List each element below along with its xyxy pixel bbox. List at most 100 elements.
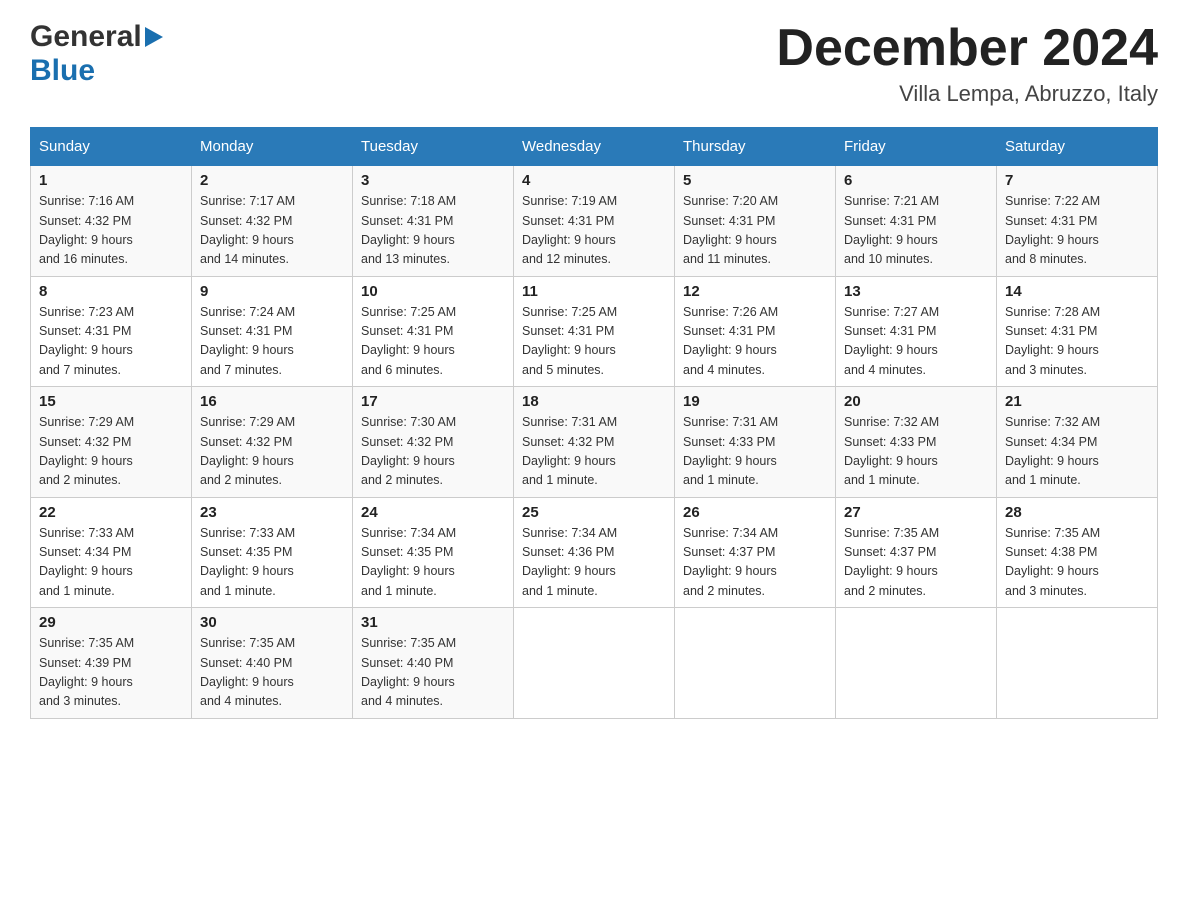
calendar-cell: 28 Sunrise: 7:35 AM Sunset: 4:38 PM Dayl… — [997, 497, 1158, 608]
calendar-cell — [997, 608, 1158, 719]
calendar-cell: 14 Sunrise: 7:28 AM Sunset: 4:31 PM Dayl… — [997, 276, 1158, 387]
calendar-cell: 22 Sunrise: 7:33 AM Sunset: 4:34 PM Dayl… — [31, 497, 192, 608]
calendar-cell: 19 Sunrise: 7:31 AM Sunset: 4:33 PM Dayl… — [675, 387, 836, 498]
day-info: Sunrise: 7:31 AM Sunset: 4:32 PM Dayligh… — [522, 413, 666, 491]
day-number: 25 — [522, 504, 666, 521]
day-number: 29 — [39, 614, 183, 631]
calendar-cell: 21 Sunrise: 7:32 AM Sunset: 4:34 PM Dayl… — [997, 387, 1158, 498]
day-number: 22 — [39, 504, 183, 521]
calendar-cell: 4 Sunrise: 7:19 AM Sunset: 4:31 PM Dayli… — [514, 166, 675, 277]
calendar-cell: 13 Sunrise: 7:27 AM Sunset: 4:31 PM Dayl… — [836, 276, 997, 387]
day-info: Sunrise: 7:17 AM Sunset: 4:32 PM Dayligh… — [200, 192, 344, 270]
day-number: 20 — [844, 393, 988, 410]
calendar-cell: 29 Sunrise: 7:35 AM Sunset: 4:39 PM Dayl… — [31, 608, 192, 719]
day-info: Sunrise: 7:32 AM Sunset: 4:34 PM Dayligh… — [1005, 413, 1149, 491]
day-number: 8 — [39, 283, 183, 300]
day-info: Sunrise: 7:20 AM Sunset: 4:31 PM Dayligh… — [683, 192, 827, 270]
day-info: Sunrise: 7:23 AM Sunset: 4:31 PM Dayligh… — [39, 303, 183, 381]
calendar-cell: 15 Sunrise: 7:29 AM Sunset: 4:32 PM Dayl… — [31, 387, 192, 498]
day-number: 10 — [361, 283, 505, 300]
day-number: 9 — [200, 283, 344, 300]
day-info: Sunrise: 7:21 AM Sunset: 4:31 PM Dayligh… — [844, 192, 988, 270]
calendar-cell: 7 Sunrise: 7:22 AM Sunset: 4:31 PM Dayli… — [997, 166, 1158, 277]
day-number: 23 — [200, 504, 344, 521]
calendar-cell: 24 Sunrise: 7:34 AM Sunset: 4:35 PM Dayl… — [353, 497, 514, 608]
calendar-cell: 25 Sunrise: 7:34 AM Sunset: 4:36 PM Dayl… — [514, 497, 675, 608]
day-number: 24 — [361, 504, 505, 521]
calendar-week-row: 29 Sunrise: 7:35 AM Sunset: 4:39 PM Dayl… — [31, 608, 1158, 719]
calendar-week-row: 1 Sunrise: 7:16 AM Sunset: 4:32 PM Dayli… — [31, 166, 1158, 277]
calendar-cell: 9 Sunrise: 7:24 AM Sunset: 4:31 PM Dayli… — [192, 276, 353, 387]
day-info: Sunrise: 7:32 AM Sunset: 4:33 PM Dayligh… — [844, 413, 988, 491]
calendar-cell: 12 Sunrise: 7:26 AM Sunset: 4:31 PM Dayl… — [675, 276, 836, 387]
calendar-week-row: 8 Sunrise: 7:23 AM Sunset: 4:31 PM Dayli… — [31, 276, 1158, 387]
day-number: 31 — [361, 614, 505, 631]
calendar-cell: 6 Sunrise: 7:21 AM Sunset: 4:31 PM Dayli… — [836, 166, 997, 277]
calendar-table: Sunday Monday Tuesday Wednesday Thursday… — [30, 127, 1158, 719]
header-tuesday: Tuesday — [353, 128, 514, 166]
calendar-cell — [675, 608, 836, 719]
day-number: 11 — [522, 283, 666, 300]
calendar-week-row: 22 Sunrise: 7:33 AM Sunset: 4:34 PM Dayl… — [31, 497, 1158, 608]
calendar-cell: 10 Sunrise: 7:25 AM Sunset: 4:31 PM Dayl… — [353, 276, 514, 387]
calendar-cell: 2 Sunrise: 7:17 AM Sunset: 4:32 PM Dayli… — [192, 166, 353, 277]
calendar-cell: 20 Sunrise: 7:32 AM Sunset: 4:33 PM Dayl… — [836, 387, 997, 498]
calendar-body: 1 Sunrise: 7:16 AM Sunset: 4:32 PM Dayli… — [31, 166, 1158, 719]
day-info: Sunrise: 7:25 AM Sunset: 4:31 PM Dayligh… — [522, 303, 666, 381]
day-info: Sunrise: 7:18 AM Sunset: 4:31 PM Dayligh… — [361, 192, 505, 270]
calendar-cell: 8 Sunrise: 7:23 AM Sunset: 4:31 PM Dayli… — [31, 276, 192, 387]
day-number: 15 — [39, 393, 183, 410]
calendar-cell — [836, 608, 997, 719]
calendar-cell: 1 Sunrise: 7:16 AM Sunset: 4:32 PM Dayli… — [31, 166, 192, 277]
day-number: 30 — [200, 614, 344, 631]
calendar-cell: 23 Sunrise: 7:33 AM Sunset: 4:35 PM Dayl… — [192, 497, 353, 608]
day-info: Sunrise: 7:29 AM Sunset: 4:32 PM Dayligh… — [200, 413, 344, 491]
day-info: Sunrise: 7:24 AM Sunset: 4:31 PM Dayligh… — [200, 303, 344, 381]
day-number: 17 — [361, 393, 505, 410]
header-thursday: Thursday — [675, 128, 836, 166]
day-info: Sunrise: 7:34 AM Sunset: 4:36 PM Dayligh… — [522, 524, 666, 602]
day-number: 4 — [522, 172, 666, 189]
calendar-week-row: 15 Sunrise: 7:29 AM Sunset: 4:32 PM Dayl… — [31, 387, 1158, 498]
day-info: Sunrise: 7:16 AM Sunset: 4:32 PM Dayligh… — [39, 192, 183, 270]
day-info: Sunrise: 7:35 AM Sunset: 4:38 PM Dayligh… — [1005, 524, 1149, 602]
header-saturday: Saturday — [997, 128, 1158, 166]
page-header: General Blue December 2024 Villa Lempa, … — [30, 20, 1158, 107]
day-number: 14 — [1005, 283, 1149, 300]
calendar-cell: 5 Sunrise: 7:20 AM Sunset: 4:31 PM Dayli… — [675, 166, 836, 277]
day-info: Sunrise: 7:34 AM Sunset: 4:37 PM Dayligh… — [683, 524, 827, 602]
day-number: 1 — [39, 172, 183, 189]
day-number: 21 — [1005, 393, 1149, 410]
day-info: Sunrise: 7:30 AM Sunset: 4:32 PM Dayligh… — [361, 413, 505, 491]
header-sunday: Sunday — [31, 128, 192, 166]
logo-blue-text: Blue — [30, 54, 95, 87]
day-number: 26 — [683, 504, 827, 521]
day-number: 19 — [683, 393, 827, 410]
day-number: 13 — [844, 283, 988, 300]
day-info: Sunrise: 7:28 AM Sunset: 4:31 PM Dayligh… — [1005, 303, 1149, 381]
calendar-cell: 18 Sunrise: 7:31 AM Sunset: 4:32 PM Dayl… — [514, 387, 675, 498]
calendar-cell — [514, 608, 675, 719]
day-number: 18 — [522, 393, 666, 410]
day-number: 16 — [200, 393, 344, 410]
day-info: Sunrise: 7:22 AM Sunset: 4:31 PM Dayligh… — [1005, 192, 1149, 270]
header-monday: Monday — [192, 128, 353, 166]
day-info: Sunrise: 7:34 AM Sunset: 4:35 PM Dayligh… — [361, 524, 505, 602]
day-info: Sunrise: 7:25 AM Sunset: 4:31 PM Dayligh… — [361, 303, 505, 381]
day-info: Sunrise: 7:35 AM Sunset: 4:39 PM Dayligh… — [39, 634, 183, 712]
day-number: 6 — [844, 172, 988, 189]
day-number: 3 — [361, 172, 505, 189]
day-info: Sunrise: 7:33 AM Sunset: 4:34 PM Dayligh… — [39, 524, 183, 602]
day-info: Sunrise: 7:35 AM Sunset: 4:40 PM Dayligh… — [200, 634, 344, 712]
calendar-cell: 11 Sunrise: 7:25 AM Sunset: 4:31 PM Dayl… — [514, 276, 675, 387]
calendar-cell: 16 Sunrise: 7:29 AM Sunset: 4:32 PM Dayl… — [192, 387, 353, 498]
weekday-header-row: Sunday Monday Tuesday Wednesday Thursday… — [31, 128, 1158, 166]
logo: General Blue — [30, 20, 163, 88]
logo-triangle-icon — [145, 27, 163, 52]
day-info: Sunrise: 7:31 AM Sunset: 4:33 PM Dayligh… — [683, 413, 827, 491]
calendar-cell: 3 Sunrise: 7:18 AM Sunset: 4:31 PM Dayli… — [353, 166, 514, 277]
header-friday: Friday — [836, 128, 997, 166]
logo-general-text: General — [30, 20, 142, 54]
day-info: Sunrise: 7:26 AM Sunset: 4:31 PM Dayligh… — [683, 303, 827, 381]
day-number: 5 — [683, 172, 827, 189]
